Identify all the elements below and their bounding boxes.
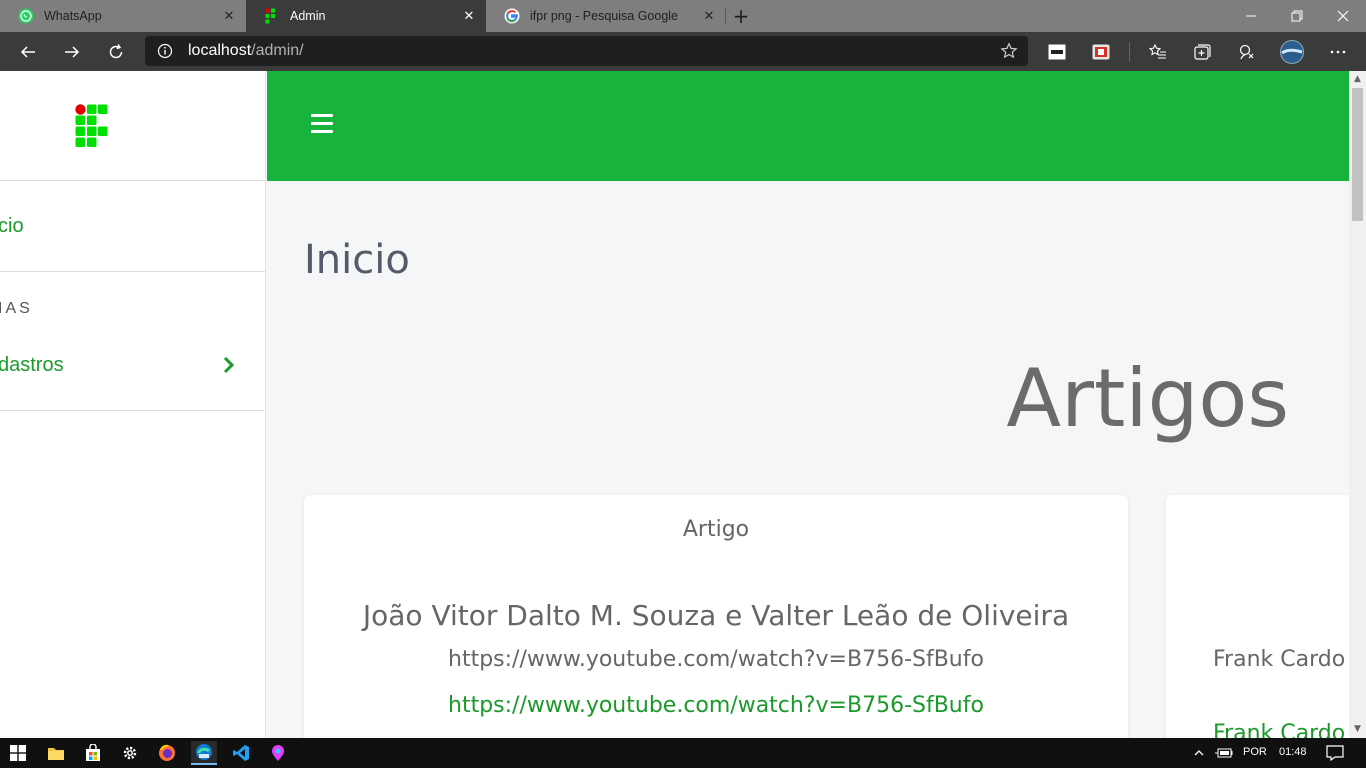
file-explorer-icon[interactable] <box>43 741 69 765</box>
chevron-right-icon[interactable] <box>221 356 237 374</box>
scroll-thumb[interactable] <box>1352 88 1363 221</box>
store-icon[interactable] <box>80 741 106 765</box>
article-card: Frank Cardo Frank Cardo <box>1166 495 1349 738</box>
favorites-list-icon[interactable] <box>1146 40 1170 64</box>
more-options-icon[interactable] <box>1326 40 1350 64</box>
menu-toggle-icon[interactable] <box>311 114 335 138</box>
language-indicator[interactable]: POR <box>1243 746 1267 758</box>
ifpr-icon <box>264 8 280 24</box>
vscode-icon[interactable] <box>228 741 254 765</box>
tab-title: Admin <box>290 9 326 23</box>
sidebar-item-inicio[interactable]: cio <box>0 215 24 238</box>
minimize-icon[interactable] <box>1228 0 1274 32</box>
battery-icon[interactable] <box>1214 741 1234 765</box>
restore-icon[interactable] <box>1274 0 1320 32</box>
new-tab-icon[interactable]: + <box>730 4 752 28</box>
page-title: Inicio <box>304 237 410 283</box>
close-tab-icon[interactable]: ✕ <box>222 9 236 23</box>
tab-title: ifpr png - Pesquisa Google <box>530 9 679 23</box>
card-type: Artigo <box>682 517 750 542</box>
card-url-text: https://www.youtube.com/watch?v=B756-SfB… <box>448 647 984 672</box>
notifications-icon[interactable] <box>1322 741 1348 765</box>
divider <box>0 410 266 411</box>
ifpr-logo[interactable] <box>75 104 109 148</box>
address-bar[interactable]: localhost/admin/ <box>145 36 1028 66</box>
forward-arrow-icon[interactable] <box>58 38 86 66</box>
close-window-icon[interactable] <box>1320 0 1366 32</box>
card-link[interactable]: https://www.youtube.com/watch?v=B756-SfB… <box>304 693 1128 718</box>
windows-taskbar: POR 01:48 <box>0 738 1366 768</box>
share-icon[interactable] <box>1234 40 1258 64</box>
address-url: localhost/admin/ <box>188 42 304 59</box>
admin-page: cio IAS dastros Inicio Artigos Artigo Jo… <box>0 71 1349 738</box>
refresh-icon[interactable] <box>102 38 130 66</box>
scroll-up-icon[interactable]: ▲ <box>1349 71 1366 88</box>
extension-red-icon[interactable] <box>1089 40 1113 64</box>
whatsapp-icon <box>18 8 34 24</box>
extension-adblock-icon[interactable] <box>1045 40 1069 64</box>
tab-title: WhatsApp <box>44 9 102 23</box>
scroll-down-icon[interactable]: ▼ <box>1349 721 1366 738</box>
edge-icon[interactable] <box>191 741 217 765</box>
divider <box>0 271 266 272</box>
sidebar-section-heading: IAS <box>0 300 33 317</box>
browser-tab-bar: WhatsApp ✕ Admin ✕ ifpr png - Pesquisa G… <box>0 0 1366 32</box>
favorite-star-icon[interactable] <box>1000 42 1018 60</box>
section-title: Artigos <box>1006 352 1289 445</box>
tab-admin[interactable]: Admin ✕ <box>246 0 486 32</box>
sidebar-item-cadastros[interactable]: dastros <box>0 354 64 377</box>
back-arrow-icon[interactable] <box>14 38 42 66</box>
sidebar-header <box>0 71 266 181</box>
card-link[interactable]: Frank Cardo <box>1213 721 1345 738</box>
browser-toolbar: localhost/admin/ <box>0 32 1366 71</box>
sidebar: cio IAS dastros <box>0 71 266 738</box>
firefox-icon[interactable] <box>154 741 180 765</box>
close-tab-icon[interactable]: ✕ <box>462 9 476 23</box>
collections-icon[interactable] <box>1190 40 1214 64</box>
card-author: João Vitor Dalto M. Souza e Valter Leão … <box>362 599 1070 632</box>
card-author: Frank Cardo <box>1213 647 1346 672</box>
tab-google[interactable]: ifpr png - Pesquisa Google ✕ <box>486 0 726 32</box>
page-scrollbar[interactable]: ▲ ▼ <box>1349 71 1366 738</box>
maps-pin-icon[interactable] <box>265 741 291 765</box>
google-icon <box>504 8 520 24</box>
settings-gear-icon[interactable] <box>117 741 143 765</box>
top-header-bar <box>267 71 1349 181</box>
tab-whatsapp[interactable]: WhatsApp ✕ <box>0 0 246 32</box>
windows-start-icon[interactable] <box>5 741 31 765</box>
article-card: Artigo João Vitor Dalto M. Souza e Valte… <box>304 495 1128 738</box>
clock[interactable]: 01:48 <box>1279 746 1307 758</box>
avatar[interactable] <box>1279 40 1305 64</box>
chevron-up-icon[interactable] <box>1190 741 1208 765</box>
close-tab-icon[interactable]: ✕ <box>702 9 716 23</box>
info-icon[interactable] <box>157 43 173 59</box>
